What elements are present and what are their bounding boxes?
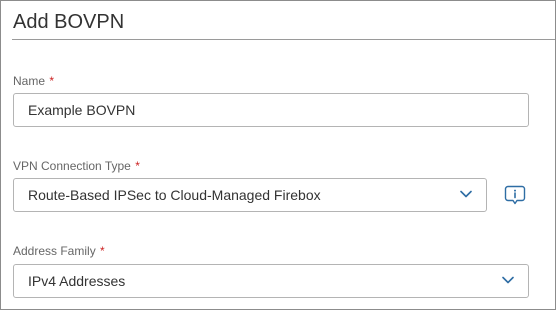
chevron-down-icon <box>502 276 514 284</box>
required-asterisk: * <box>100 244 105 258</box>
address-family-label: Address Family * <box>13 244 105 258</box>
name-field-label: Name * <box>13 74 54 88</box>
name-input[interactable] <box>13 93 529 127</box>
address-family-value: IPv4 Addresses <box>28 273 126 289</box>
dialog-title: Add BOVPN <box>13 11 125 33</box>
chevron-down-icon <box>460 190 472 198</box>
add-bovpn-dialog: Add BOVPN Name * VPN Connection Type * R… <box>0 0 556 310</box>
vpn-connection-type-label: VPN Connection Type * <box>13 159 140 173</box>
name-label-text: Name <box>13 74 46 88</box>
vpn-connection-type-select[interactable]: Route-Based IPSec to Cloud-Managed Fireb… <box>13 178 487 212</box>
address-family-label-text: Address Family <box>13 244 96 258</box>
vpn-connection-type-value: Route-Based IPSec to Cloud-Managed Fireb… <box>28 187 321 203</box>
title-divider <box>12 39 555 40</box>
required-asterisk: * <box>135 159 140 173</box>
vpn-connection-type-label-text: VPN Connection Type <box>13 159 131 173</box>
required-asterisk: * <box>49 74 55 88</box>
info-speech-bubble-icon[interactable] <box>504 184 526 206</box>
address-family-select[interactable]: IPv4 Addresses <box>13 264 529 298</box>
